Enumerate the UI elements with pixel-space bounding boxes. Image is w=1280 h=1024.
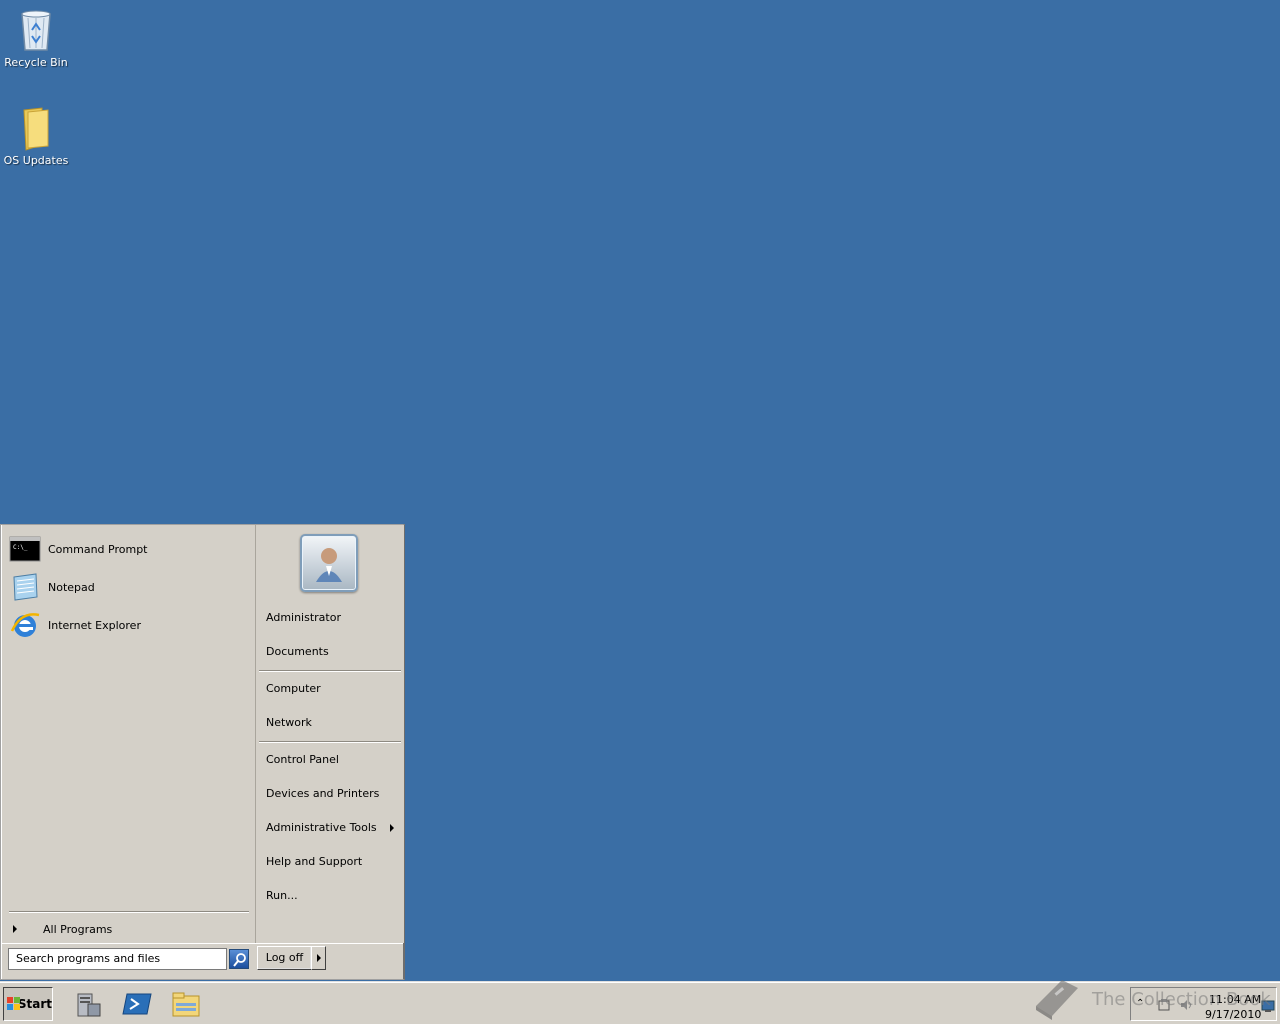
menu-item-network[interactable]: Network	[266, 716, 312, 729]
all-programs-label: All Programs	[43, 922, 113, 936]
all-programs-separator	[9, 911, 249, 913]
recycle-bin-icon	[12, 6, 60, 54]
user-picture[interactable]	[300, 534, 358, 592]
menu-item-control-panel[interactable]: Control Panel	[266, 753, 339, 766]
svg-text:C:\_: C:\_	[13, 544, 28, 551]
folder-icon	[12, 104, 60, 152]
shutdown-options-button[interactable]	[311, 946, 326, 970]
program-label: Notepad	[48, 580, 95, 594]
program-internet-explorer[interactable]: Internet Explorer	[9, 607, 245, 643]
powershell-icon[interactable]	[121, 988, 153, 1020]
start-menu-bottom-separator	[2, 943, 403, 944]
command-prompt-icon: C:\_	[9, 533, 41, 565]
places-separator	[259, 741, 401, 743]
os-updates-label: OS Updates	[3, 154, 69, 167]
menu-item-administrative-tools[interactable]: Administrative Tools	[266, 821, 377, 834]
start-label: Start	[17, 997, 52, 1011]
submenu-arrow-icon	[390, 824, 394, 832]
recycle-bin-label: Recycle Bin	[4, 56, 68, 69]
book-icon	[1036, 980, 1078, 1020]
right-arrow-icon	[317, 954, 321, 962]
program-notepad[interactable]: Notepad	[9, 569, 245, 605]
watermark-text: The Collection Book	[1092, 988, 1271, 1010]
desktop-icon-os-updates[interactable]: OS Updates	[0, 104, 72, 167]
menu-item-computer[interactable]: Computer	[266, 682, 321, 695]
windows-logo-icon	[7, 997, 20, 1011]
menu-item-devices-and-printers[interactable]: Devices and Printers	[266, 787, 379, 800]
internet-explorer-icon	[9, 609, 41, 641]
menu-item-administrator[interactable]: Administrator	[266, 611, 341, 624]
program-label: Command Prompt	[48, 542, 148, 556]
program-command-prompt[interactable]: C:\_ Command Prompt	[9, 531, 245, 567]
server-manager-icon[interactable]	[72, 988, 104, 1020]
watermark: The Collection Book	[1030, 976, 1271, 1022]
user-avatar-icon	[316, 548, 342, 582]
program-label: Internet Explorer	[48, 618, 141, 632]
notepad-icon	[9, 571, 41, 603]
menu-item-documents[interactable]: Documents	[266, 645, 329, 658]
places-separator	[259, 670, 401, 672]
menu-item-help-and-support[interactable]: Help and Support	[266, 855, 362, 868]
log-off-button[interactable]: Log off	[257, 946, 312, 970]
desktop-icon-recycle-bin[interactable]: Recycle Bin	[0, 6, 72, 69]
windows-explorer-icon[interactable]	[170, 988, 202, 1020]
search-input[interactable]: Search programs and files	[8, 948, 227, 970]
start-button[interactable]: Start	[3, 987, 53, 1021]
search-icon	[233, 953, 246, 967]
menu-item-run[interactable]: Run...	[266, 889, 298, 902]
search-button[interactable]	[229, 949, 249, 969]
all-programs-button[interactable]: All Programs	[9, 919, 249, 939]
right-arrow-icon	[13, 925, 17, 933]
